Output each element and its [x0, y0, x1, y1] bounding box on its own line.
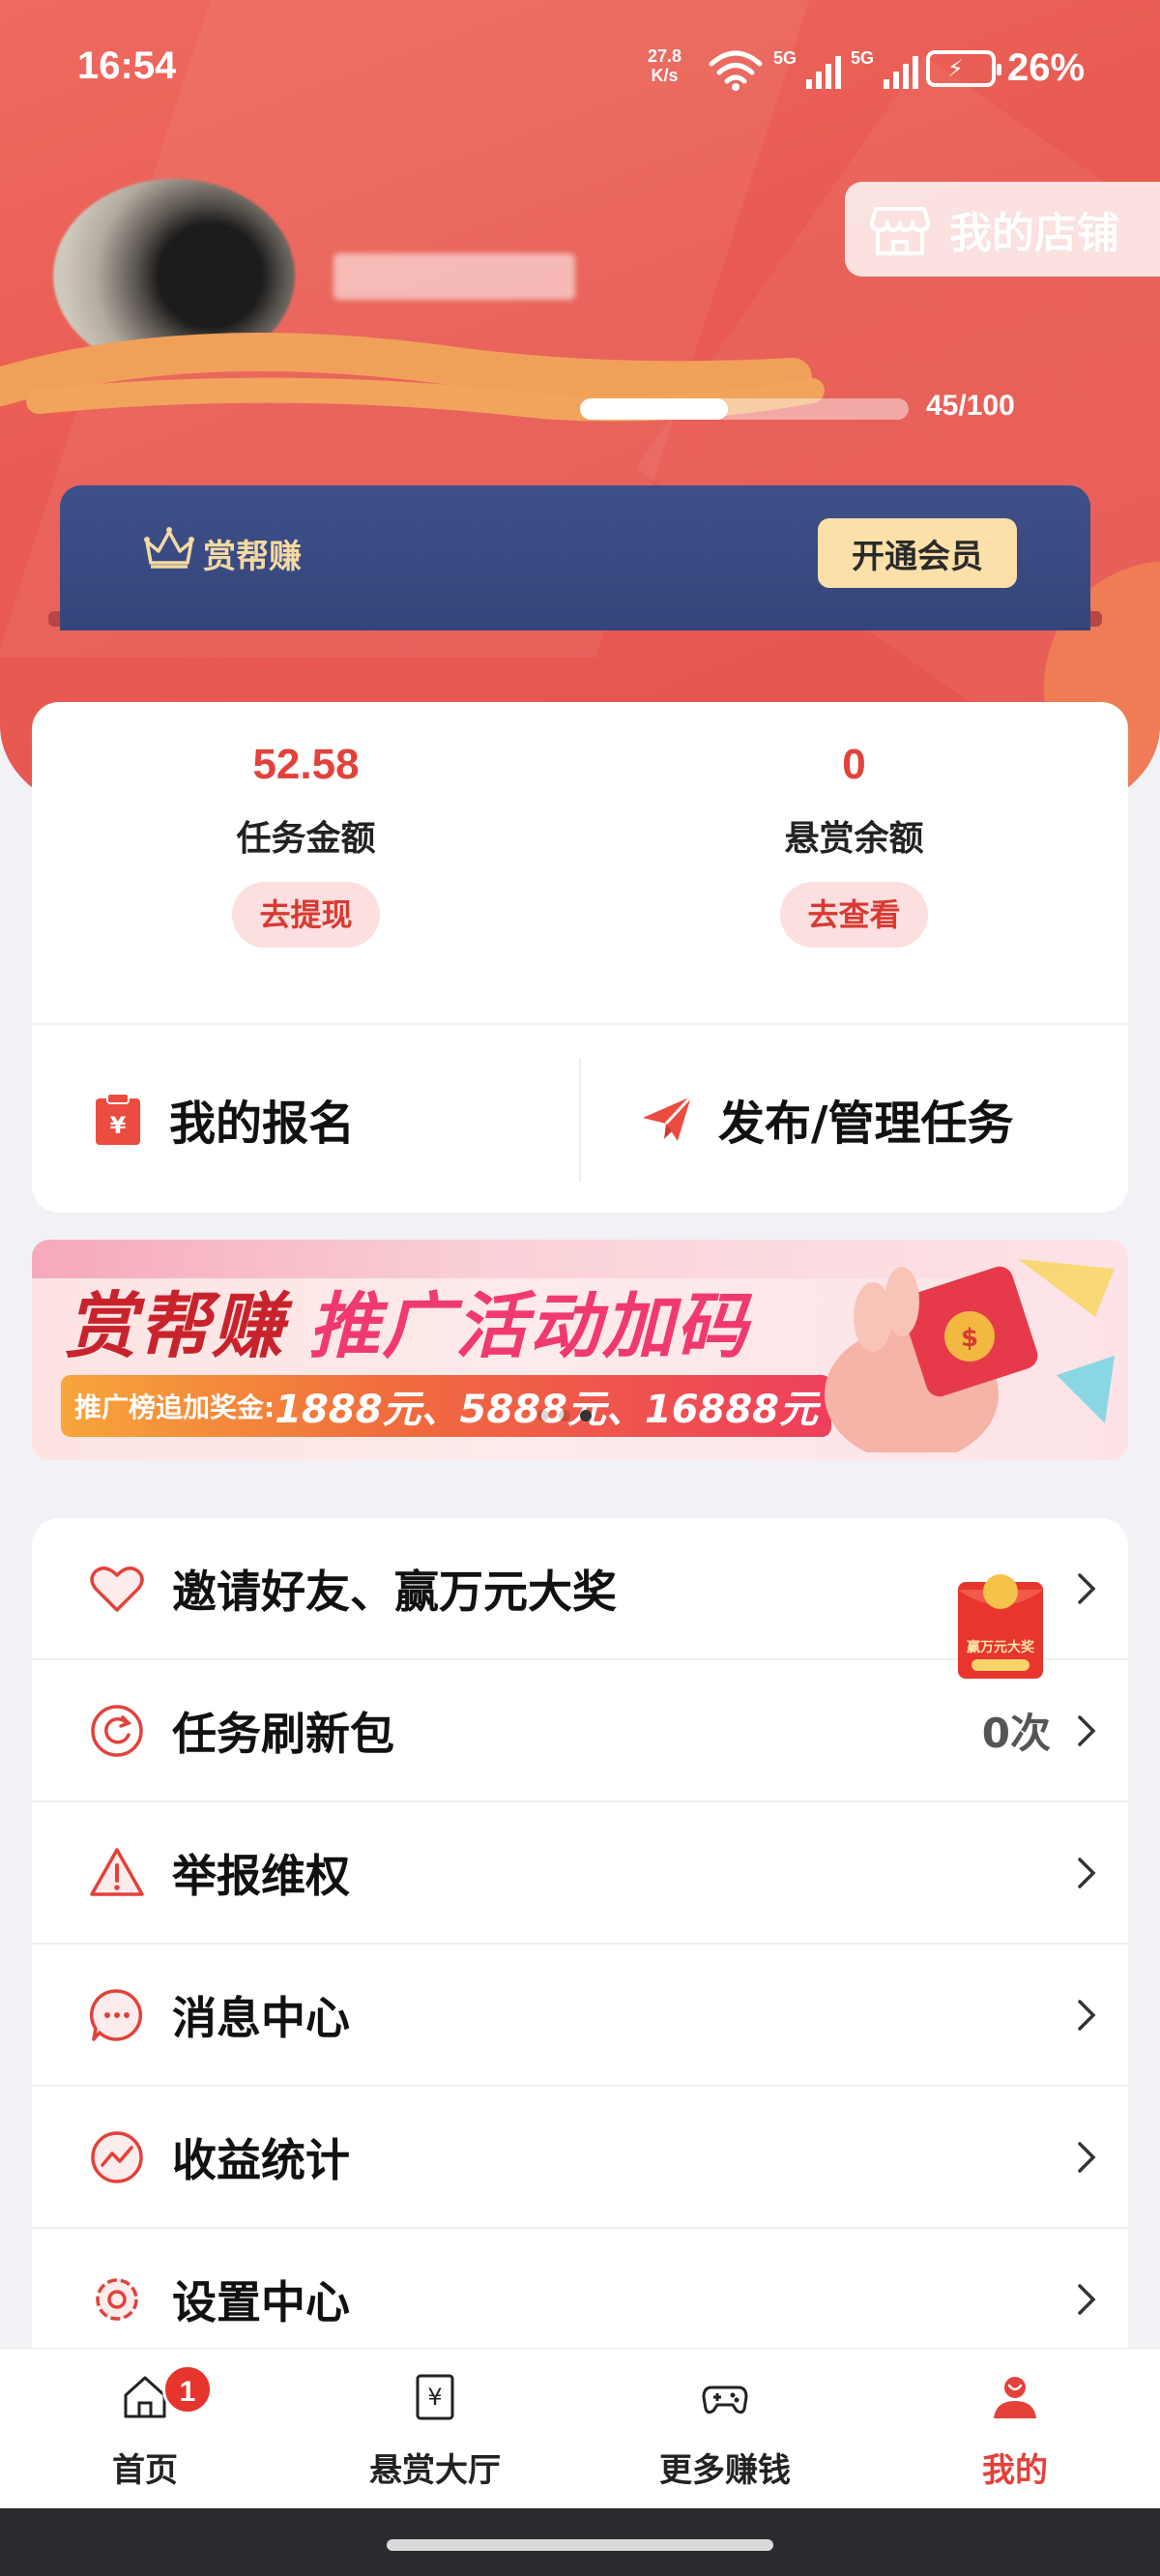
svg-text:¥: ¥	[110, 1112, 127, 1139]
tab-mine[interactable]: 我的	[870, 2349, 1160, 2509]
tab-label: 首页	[112, 2451, 178, 2490]
wifi-icon	[709, 50, 763, 91]
menu-item-label: 设置中心	[172, 2275, 350, 2328]
chevron-right-icon	[1078, 1572, 1096, 1604]
yuan-doc-icon: ¥	[416, 2374, 454, 2420]
publish-manage-task-button[interactable]: 发布/管理任务	[639, 1025, 1014, 1213]
my-shop-button[interactable]: 我的店铺	[845, 182, 1160, 277]
stats-card: 52.58 任务金额 去提现 0 悬赏余额 去查看 ¥ 我的报名 发布/管理任务	[32, 702, 1128, 1213]
tab-label: 我的	[982, 2451, 1048, 2490]
username-blurred	[334, 253, 575, 300]
tab-more-earnings[interactable]: 更多赚钱	[580, 2349, 870, 2509]
banner-bonus-amounts: 1888元、5888元、16888元	[275, 1388, 819, 1432]
reward-balance-value: 0	[842, 741, 866, 788]
level-progress-text: 45/100	[926, 390, 1015, 422]
level-progress-bar	[580, 398, 909, 420]
battery-percent: 26%	[1007, 46, 1086, 89]
menu-item-refresh-pack[interactable]: 任务刷新包 0次	[32, 1660, 1128, 1802]
gear-icon	[96, 2277, 138, 2321]
crown-icon	[144, 527, 194, 569]
my-shop-label: 我的店铺	[949, 209, 1119, 258]
pagination-dot-active	[580, 1410, 592, 1421]
promo-banner[interactable]: 赏帮赚 推广活动加码 推广榜追加奖金: 1888元、5888元、16888元 $	[32, 1240, 1128, 1460]
banner-title-brand: 赏帮赚	[65, 1285, 285, 1368]
bottom-tab-bar: 1 首页 ¥ 悬赏大厅 更多赚钱 我的	[0, 2348, 1160, 2508]
menu-item-report[interactable]: 举报维权	[32, 1802, 1128, 1945]
shop-icon	[870, 207, 930, 255]
gamepad-icon	[702, 2386, 748, 2415]
pagination-dot	[537, 1410, 549, 1421]
paper-plane-icon	[643, 1095, 693, 1141]
menu-item-label: 收益统计	[172, 2133, 350, 2186]
notification-badge: 1	[162, 2364, 213, 2415]
chevron-right-icon	[1078, 2283, 1096, 2315]
svg-text:$: $	[961, 1324, 978, 1353]
user-icon	[994, 2377, 1036, 2418]
refresh-icon	[91, 1704, 143, 1757]
status-time: 16:54	[77, 44, 177, 87]
battery-icon: ⚡	[926, 50, 1001, 87]
reward-balance-stat: 0 悬赏余额 去查看	[580, 702, 1128, 948]
menu-item-invite-friends[interactable]: 邀请好友、赢万元大奖 赢万元大奖	[32, 1518, 1128, 1679]
menu-item-label: 邀请好友、赢万元大奖	[172, 1565, 617, 1618]
menu-item-messages[interactable]: 消息中心	[32, 1945, 1128, 2087]
svg-text:¥: ¥	[427, 2384, 442, 2411]
task-amount-value: 52.58	[252, 741, 360, 788]
clipboard-yuan-icon: ¥	[96, 1093, 140, 1145]
menu-item-label: 消息中心	[172, 1991, 350, 2044]
tab-home[interactable]: 1 首页	[0, 2349, 290, 2509]
system-navigation-bar	[0, 2508, 1160, 2576]
menu-item-label: 举报维权	[172, 1849, 350, 1902]
chevron-right-icon	[1078, 1999, 1096, 2031]
vip-brand-name: 赏帮赚	[203, 538, 302, 576]
banner-bonus-prefix: 推广榜追加奖金:	[74, 1391, 276, 1423]
divider	[579, 1058, 581, 1182]
chart-icon	[91, 2130, 143, 2183]
signal-icon-sim1: 5G	[773, 48, 841, 91]
home-icon	[124, 2376, 166, 2418]
chevron-right-icon	[1078, 1857, 1096, 1888]
banner-bonus-strip: 推广榜追加奖金: 1888元、5888元、16888元	[61, 1375, 832, 1437]
open-membership-button[interactable]: 开通会员	[818, 518, 1017, 588]
sim1-label: 5G	[773, 48, 798, 68]
refresh-count: 0次	[981, 1710, 1051, 1757]
task-amount-label: 任务金额	[236, 819, 376, 859]
banner-title-promo: 推广活动加码	[308, 1285, 749, 1368]
banner-pagination	[537, 1410, 592, 1421]
level-progress-fill	[580, 398, 728, 420]
home-indicator[interactable]	[387, 2539, 773, 2551]
heart-icon	[90, 1566, 144, 1612]
red-packet-text: 赢万元大奖	[967, 1639, 1035, 1655]
message-icon	[89, 1988, 143, 2041]
tab-label: 悬赏大厅	[369, 2451, 501, 2490]
network-speed-value: 27.8	[648, 46, 682, 66]
my-signup-button[interactable]: ¥ 我的报名	[90, 1025, 355, 1213]
view-balance-button[interactable]: 去查看	[780, 882, 928, 948]
warning-icon	[90, 1847, 144, 1896]
red-envelope-hand-icon: $	[825, 1259, 1115, 1452]
sim2-label: 5G	[851, 48, 875, 68]
network-speed-unit: K/s	[651, 66, 679, 85]
pagination-dot	[559, 1410, 570, 1421]
menu-item-earnings-stats[interactable]: 收益统计	[32, 2087, 1128, 2229]
status-bar: 16:54 27.8 K/s 5G 5G ⚡ 26%	[0, 0, 1160, 135]
tab-label: 更多赚钱	[659, 2451, 791, 2490]
my-signup-label: 我的报名	[169, 1097, 356, 1151]
chevron-right-icon	[1078, 1714, 1096, 1746]
signal-icon-sim2: 5G	[851, 48, 918, 91]
chevron-right-icon	[1078, 2141, 1096, 2173]
withdraw-button[interactable]: 去提现	[232, 882, 380, 948]
task-amount-stat: 52.58 任务金额 去提现	[32, 702, 580, 948]
network-speed: 27.8 K/s	[648, 46, 682, 85]
reward-balance-label: 悬赏余额	[784, 819, 924, 859]
menu-card: 邀请好友、赢万元大奖 赢万元大奖 任务刷新包 0次 举报维权 消息中心 收益统计…	[32, 1518, 1128, 2369]
publish-manage-label: 发布/管理任务	[718, 1097, 1014, 1151]
tab-reward-hall[interactable]: ¥ 悬赏大厅	[290, 2349, 580, 2509]
menu-item-label: 任务刷新包	[172, 1707, 394, 1760]
